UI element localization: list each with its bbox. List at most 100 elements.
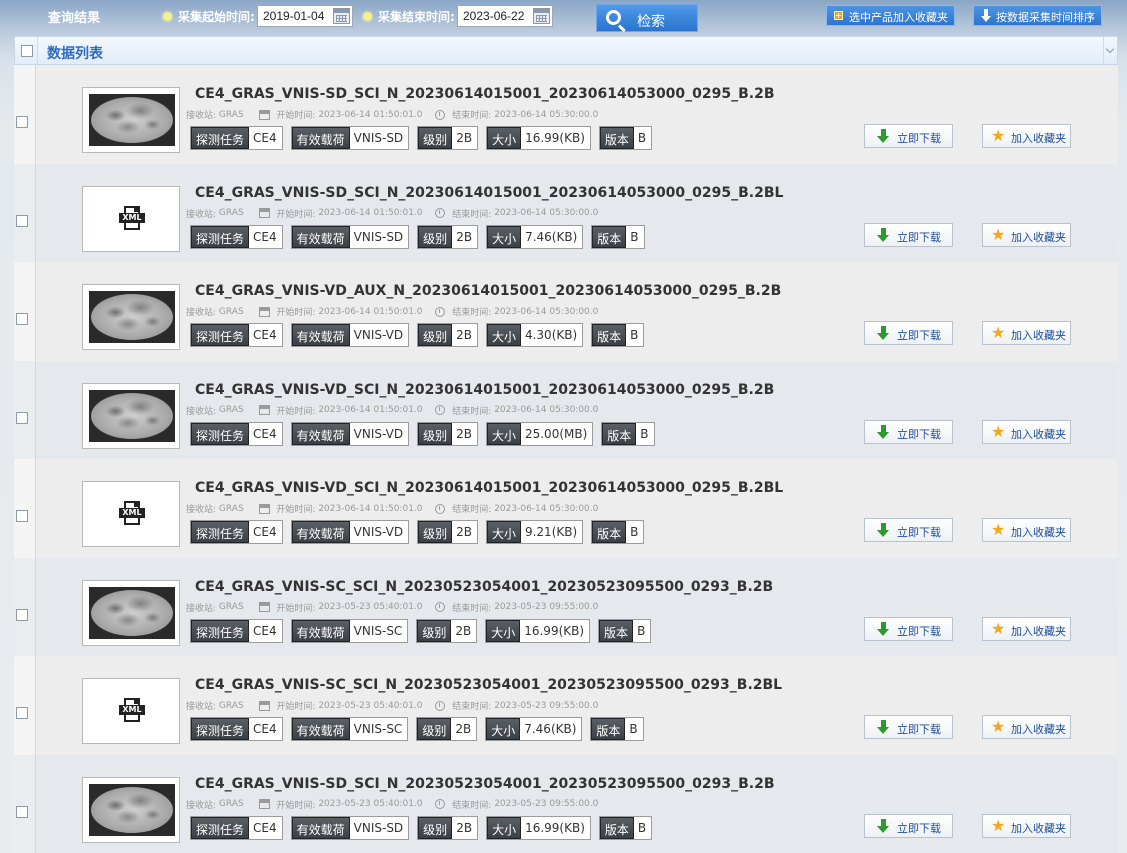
clock-icon (435, 799, 446, 809)
version-tag: 版本 B (601, 421, 655, 446)
checkbox-column (14, 754, 36, 853)
row-checkbox[interactable] (16, 214, 28, 227)
moon-thumbnail (89, 94, 175, 146)
start-time-label: 开始时间: (276, 603, 316, 614)
add-to-favorites-button[interactable]: ★ 加入收藏夹 (982, 813, 1071, 838)
product-name[interactable]: CE4_GRAS_VNIS-VD_SCI_N_20230614015001_20… (195, 382, 774, 398)
level-tag: 级别 2B (417, 520, 478, 544)
level-tag: 级别 2B (417, 323, 478, 347)
clock-icon (435, 503, 446, 514)
product-name[interactable]: CE4_GRAS_VNIS-VD_AUX_N_20230614015001_20… (195, 283, 781, 299)
clock-icon (435, 306, 446, 317)
tag-key: 大小 (486, 619, 521, 642)
tag-value: CE4 (253, 623, 277, 638)
tag-value: 4.30(KB) (524, 328, 578, 342)
download-button[interactable]: 立即下载 (864, 222, 953, 247)
download-button[interactable]: 立即下载 (864, 419, 953, 444)
task-tag: 探测任务 CE4 (190, 618, 283, 643)
product-thumbnail[interactable]: XML (82, 678, 180, 744)
tag-value: CE4 (253, 229, 277, 244)
product-thumbnail[interactable] (82, 382, 180, 449)
tag-key: 探测任务 (191, 718, 250, 740)
download-button[interactable]: 立即下载 (864, 813, 953, 838)
add-selected-to-favorites-button[interactable]: 选中产品加入收藏夹 (826, 5, 955, 26)
product-name[interactable]: CE4_GRAS_VNIS-SD_SCI_N_20230614015001_20… (195, 185, 783, 201)
row-checkbox[interactable] (16, 116, 28, 128)
product-tags: 探测任务 CE4 有效载荷 VNIS-VD 级别 2B 大小 9.21(KB) 版本 B (190, 520, 652, 544)
calendar-icon[interactable] (333, 8, 350, 24)
download-button[interactable]: 立即下载 (864, 518, 953, 542)
product-thumbnail[interactable]: XML (82, 185, 180, 252)
start-time-value: 2023-05-23 05:40:01.0 (318, 700, 423, 711)
product-tags: 探测任务 CE4 有效载荷 VNIS-VD 级别 2B 大小 25.00(MB) 版本 B (190, 421, 663, 446)
product-name[interactable]: CE4_GRAS_VNIS-SC_SCI_N_20230523054001_20… (195, 579, 773, 595)
add-to-favorites-button[interactable]: ★ 加入收藏夹 (982, 222, 1071, 247)
end-time-value: 2023-06-14 05:30:00.0 (494, 109, 599, 120)
sort-by-time-button[interactable]: 按数据采集时间排序 (973, 5, 1102, 26)
download-button[interactable]: 立即下载 (864, 124, 953, 148)
list-item: XML CE4_GRAS_VNIS-SD_SCI_N_2023061401500… (14, 163, 1118, 262)
bullet-icon (163, 12, 172, 21)
tag-key: 有效载荷 (291, 521, 350, 543)
row-checkbox[interactable] (16, 510, 28, 522)
tag-value: 2B (455, 722, 472, 736)
product-thumbnail[interactable] (82, 284, 180, 350)
star-icon: ★ (991, 224, 1006, 244)
download-button[interactable]: 立即下载 (864, 321, 953, 345)
tag-value: VNIS-SD (353, 131, 404, 145)
tag-value: B (637, 131, 647, 145)
product-name[interactable]: CE4_GRAS_VNIS-SD_SCI_N_20230614015001_20… (195, 86, 775, 102)
chevron-down-icon[interactable] (1103, 37, 1117, 64)
add-selected-label: 选中产品加入收藏夹 (849, 11, 948, 24)
product-thumbnail[interactable] (82, 776, 180, 843)
add-to-favorites-button[interactable]: ★ 加入收藏夹 (982, 518, 1071, 542)
end-date-input[interactable]: 2023-06-22 (457, 5, 553, 27)
product-name[interactable]: CE4_GRAS_VNIS-SD_SCI_N_20230523054001_20… (195, 776, 775, 792)
search-button[interactable]: 检索 (596, 4, 698, 32)
xml-file-icon: XML (89, 488, 175, 540)
star-icon: ★ (991, 717, 1006, 736)
end-time-label: 结束时间: (452, 505, 492, 515)
station-value: GRAS (218, 700, 244, 711)
station-value: GRAS (218, 503, 244, 514)
tag-key: 有效载荷 (291, 225, 350, 248)
moon-thumbnail (89, 389, 175, 442)
product-name[interactable]: CE4_GRAS_VNIS-VD_SCI_N_20230614015001_20… (195, 480, 783, 496)
tag-key: 有效载荷 (291, 422, 350, 445)
row-checkbox[interactable] (16, 805, 28, 818)
list-item: CE4_GRAS_VNIS-VD_AUX_N_20230614015001_20… (14, 262, 1118, 361)
add-to-favorites-button[interactable]: ★ 加入收藏夹 (982, 715, 1071, 739)
calendar-icon[interactable] (533, 8, 550, 24)
add-to-favorites-button[interactable]: ★ 加入收藏夹 (982, 616, 1071, 641)
start-date-input[interactable]: 2019-01-04 (257, 5, 353, 27)
calendar-icon (258, 799, 270, 809)
download-icon (877, 621, 889, 637)
download-button[interactable]: 立即下载 (864, 715, 953, 739)
add-to-favorites-button[interactable]: ★ 加入收藏夹 (982, 419, 1071, 444)
select-all-checkbox[interactable] (21, 45, 33, 57)
end-time-label: 结束时间: (452, 702, 492, 712)
favorite-label: 加入收藏夹 (1011, 821, 1066, 835)
add-to-favorites-button[interactable]: ★ 加入收藏夹 (982, 124, 1071, 148)
end-time-label: 采集结束时间: (378, 10, 455, 24)
row-checkbox[interactable] (16, 608, 28, 621)
download-icon (877, 326, 889, 341)
product-tags: 探测任务 CE4 有效载荷 VNIS-SD 级别 2B 大小 7.46(KB) 版本 B (190, 224, 653, 249)
add-to-favorites-button[interactable]: ★ 加入收藏夹 (982, 321, 1071, 345)
row-checkbox[interactable] (16, 313, 28, 325)
task-tag: 探测任务 CE4 (190, 224, 283, 249)
tag-key: 大小 (486, 422, 521, 445)
row-checkbox[interactable] (16, 707, 28, 719)
product-thumbnail[interactable]: XML (82, 481, 180, 547)
down-arrow-icon (981, 9, 991, 22)
product-name[interactable]: CE4_GRAS_VNIS-SC_SCI_N_20230523054001_20… (195, 677, 782, 693)
download-button[interactable]: 立即下载 (864, 616, 953, 641)
checkbox-column (14, 262, 36, 361)
row-checkbox[interactable] (16, 411, 28, 424)
product-thumbnail[interactable] (82, 87, 180, 153)
station-label: 接收站: (186, 308, 217, 318)
version-tag: 版本 B (598, 815, 653, 840)
tag-value: 2B (456, 328, 472, 342)
product-thumbnail[interactable] (82, 579, 180, 646)
start-time-value: 2023-06-14 01:50:01.0 (318, 405, 423, 415)
